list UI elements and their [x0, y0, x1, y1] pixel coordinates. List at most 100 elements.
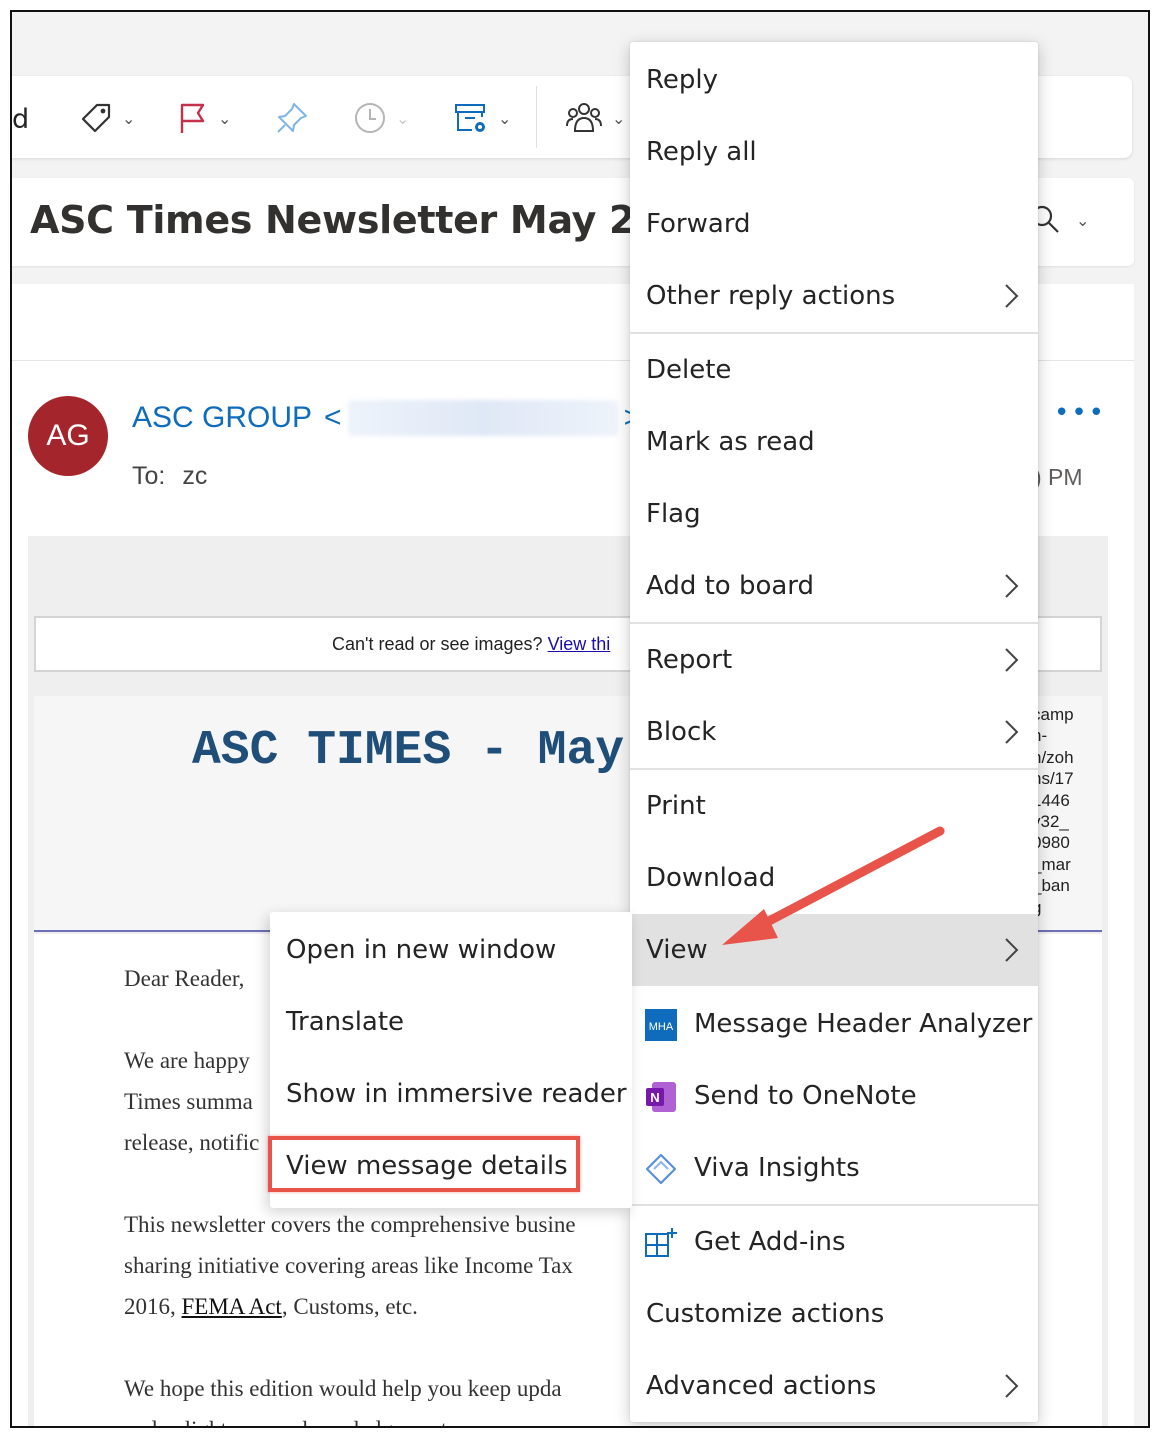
to-label: To: — [132, 462, 166, 490]
menu-item-label: View — [646, 935, 708, 965]
recipient-line: To: zc — [132, 462, 207, 491]
chevron-down-icon: ⌄ — [498, 108, 512, 128]
clock-icon — [355, 103, 385, 133]
paragraph-line: 2016, FEMA Act, Customs, etc. — [124, 1286, 576, 1327]
zoom-tools[interactable]: ⌄ — [1030, 204, 1089, 236]
menu-item-label: Mark as read — [646, 427, 815, 457]
submenu-item-label: Show in immersive reader — [286, 1079, 627, 1109]
menu-item-message-header-analyzer[interactable]: MHA Message Header Analyzer — [630, 988, 1038, 1060]
menu-item-delete[interactable]: Delete — [630, 334, 1038, 406]
menu-item-viva-insights[interactable]: Viva Insights — [630, 1132, 1038, 1204]
menu-item-customize-actions[interactable]: Customize actions — [630, 1278, 1038, 1350]
chevron-down-icon: ⌄ — [1076, 210, 1090, 230]
snooze-button[interactable]: ⌄ — [352, 98, 409, 138]
mha-icon: MHA — [645, 1009, 677, 1041]
menu-item-forward[interactable]: Forward — [630, 188, 1038, 260]
alt-line: _ban — [1032, 876, 1070, 896]
paragraph-1: We are happy Times summa release, notifi… — [124, 1040, 259, 1163]
submenu-item-translate[interactable]: Translate — [270, 986, 632, 1058]
menu-item-reply-all[interactable]: Reply all — [630, 116, 1038, 188]
menu-item-print[interactable]: Print — [630, 770, 1038, 842]
submenu-item-label: Open in new window — [286, 935, 557, 965]
chevron-down-icon: ⌄ — [122, 108, 136, 128]
alt-line: camp — [1032, 705, 1074, 724]
alt-line: 0980 — [1032, 833, 1070, 853]
banner-title: ASC TIMES - May — [192, 724, 625, 778]
menu-item-label: Delete — [646, 355, 732, 385]
paragraph-line: This newsletter covers the comprehensive… — [124, 1212, 576, 1237]
pin-button[interactable] — [274, 98, 310, 138]
paragraph-3: We hope this edition would help you keep… — [124, 1368, 562, 1426]
menu-item-advanced-actions[interactable]: Advanced actions — [630, 1350, 1038, 1422]
menu-item-label: Download — [646, 863, 776, 893]
menu-item-label: Flag — [646, 499, 701, 529]
menu-item-send-to-onenote[interactable]: N Send to OneNote — [630, 1060, 1038, 1132]
menu-item-label: Viva Insights — [694, 1153, 860, 1183]
menu-item-label: Add to board — [646, 571, 815, 601]
menu-item-label: Reply — [646, 65, 719, 95]
submenu-item-open-in-new-window[interactable]: Open in new window — [270, 914, 632, 986]
text-segment: 2016, — [124, 1294, 182, 1319]
menu-item-label: Print — [646, 791, 706, 821]
menu-item-label: Advanced actions — [646, 1371, 877, 1401]
menu-item-label: Get Add-ins — [694, 1227, 846, 1257]
fema-act-link[interactable]: FEMA Act — [182, 1294, 282, 1319]
menu-item-label: Customize actions — [646, 1299, 885, 1329]
onenote-icon-text: N — [650, 1090, 659, 1105]
chevron-down-icon: ⌄ — [396, 108, 410, 128]
categorize-button[interactable]: ⌄ — [78, 98, 135, 138]
submenu-item-immersive-reader[interactable]: Show in immersive reader — [270, 1058, 632, 1130]
menu-item-label: Send to OneNote — [694, 1081, 917, 1111]
menu-item-label: Message Header Analyzer — [694, 1009, 1033, 1039]
greeting: Dear Reader, — [124, 966, 245, 991]
avatar[interactable]: AG — [28, 396, 108, 476]
view-online-link[interactable]: View thi — [548, 634, 611, 654]
more-actions-button[interactable]: ••• — [1054, 398, 1106, 428]
flag-button[interactable]: ⌄ — [176, 98, 231, 138]
rules-button[interactable]: ⌄ — [452, 98, 511, 138]
image-alt-text: camp n- n/zoh ns/17 1446 v32_ 0980 _mar … — [1032, 704, 1102, 918]
paragraph-2: This newsletter covers the comprehensive… — [124, 1204, 576, 1327]
cant-read-text: Can't read or see images? — [332, 633, 543, 654]
tag-icon — [81, 103, 111, 133]
chevron-right-icon — [1005, 938, 1019, 962]
menu-item-mark-as-read[interactable]: Mark as read — [630, 406, 1038, 478]
menu-item-label: Block — [646, 717, 717, 747]
email-subject: ASC Times Newsletter May 2023 — [30, 198, 714, 242]
email-open-bracket: < — [324, 401, 342, 434]
alt-line: 1446 — [1032, 790, 1070, 810]
menu-item-download[interactable]: Download — [630, 842, 1038, 914]
annotation-highlight-box — [268, 1136, 580, 1192]
menu-item-add-to-board[interactable]: Add to board — [630, 550, 1038, 622]
ribbon-partial-label[interactable]: d — [12, 104, 29, 135]
menu-item-label: Forward — [646, 209, 751, 239]
sender[interactable]: ASC GROUP < > — [132, 400, 641, 436]
menu-item-get-add-ins[interactable]: Get Add-ins — [630, 1206, 1038, 1278]
paragraph-line: We are happy — [124, 1048, 250, 1073]
to-value[interactable]: zc — [182, 462, 207, 490]
menu-item-report[interactable]: Report — [630, 624, 1038, 696]
paragraph-line: sharing initiative covering areas like I… — [124, 1253, 573, 1278]
sender-name[interactable]: ASC GROUP — [132, 401, 312, 435]
groups-button[interactable]: ⌄ — [564, 98, 625, 138]
menu-item-block[interactable]: Block — [630, 696, 1038, 768]
paragraph-line: release, notific — [124, 1130, 260, 1155]
screenshot-frame: d ⌄ ⌄ ⌄ ⌄ ⌄ ASC Times Newsletter May 202… — [10, 10, 1150, 1428]
people-group-icon — [566, 103, 602, 132]
alt-line: ns/17 — [1032, 769, 1074, 789]
menu-item-flag[interactable]: Flag — [630, 478, 1038, 550]
alt-line: g — [1032, 897, 1102, 918]
menu-item-label: Other reply actions — [646, 281, 896, 311]
redacted-email — [347, 400, 618, 436]
paragraph-line: and enlighten your knowledge centre. — [124, 1409, 562, 1426]
pin-icon — [277, 103, 307, 133]
message-context-menu: Reply Reply all Forward Other reply acti… — [630, 42, 1038, 1422]
alt-line: n/zoh — [1032, 747, 1074, 767]
menu-item-view[interactable]: View — [630, 914, 1038, 986]
menu-item-reply[interactable]: Reply — [630, 44, 1038, 116]
chevron-right-icon — [1005, 574, 1019, 598]
paragraph-line: Times summa — [124, 1089, 253, 1114]
alt-line: n- — [1032, 726, 1048, 746]
menu-item-other-reply-actions[interactable]: Other reply actions — [630, 260, 1038, 332]
chevron-right-icon — [1005, 648, 1019, 672]
